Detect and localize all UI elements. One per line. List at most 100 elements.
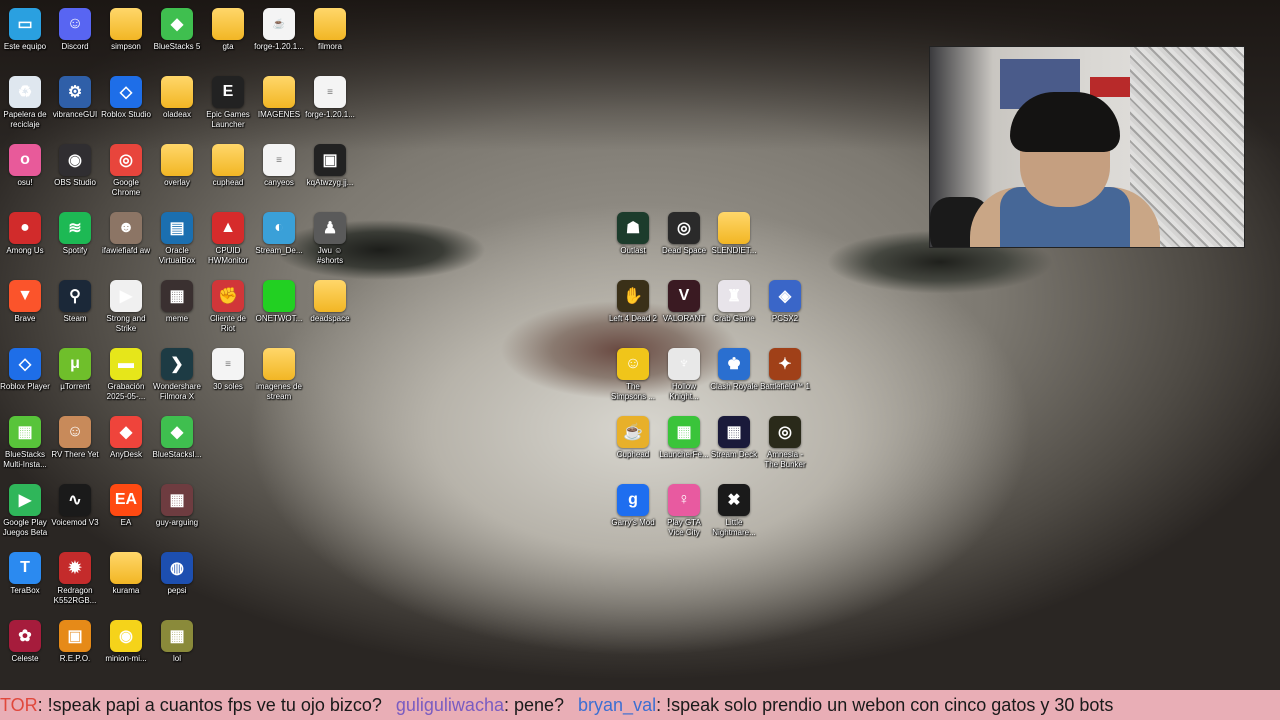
desktop-icon-label: Clash Royale [710, 382, 758, 391]
desktop-icon[interactable]: ◆ AnyDesk [101, 412, 151, 460]
desktop-icon-label: Epic Games Launcher [206, 110, 250, 129]
document-icon: ≡ [212, 348, 244, 380]
desktop-icon[interactable]: V VALORANT [659, 276, 709, 324]
desktop-icon-label: kqAtwzyg.jj... [306, 178, 354, 187]
desktop-icon[interactable]: ▦ guy-arguing [152, 480, 202, 528]
desktop-icon[interactable]: E Epic Games Launcher [203, 72, 253, 130]
desktop-icon[interactable]: ▲ CPUID HWMonitor [203, 208, 253, 266]
desktop-icon[interactable]: ≡ forge-1.20.1... [305, 72, 355, 120]
desktop-icon-label: Stream_De... [255, 246, 303, 255]
desktop-icon[interactable]: ⚲ Steam [50, 276, 100, 324]
desktop-icon[interactable]: imagenes de stream [254, 344, 304, 402]
chat-message: bryan_val: !speak solo prendio un webon … [578, 695, 1113, 716]
battlefield-icon: ✦ [769, 348, 801, 380]
desktop-icon[interactable]: deadspace [305, 276, 355, 324]
desktop-icon[interactable]: oladeax [152, 72, 202, 120]
desktop-icon[interactable]: ∿ Voicemod V3 [50, 480, 100, 528]
left4dead-icon: ✋ [617, 280, 649, 312]
desktop-icon[interactable]: ♀ Play GTA Vice City [659, 480, 709, 538]
desktop-icon-label: filmora [317, 42, 342, 51]
desktop-icon[interactable]: cuphead [203, 140, 253, 188]
chat-username: bryan_val [578, 694, 657, 715]
desktop-icon-label: EA [120, 518, 132, 527]
desktop-icon[interactable]: ONETWOT... [254, 276, 304, 324]
desktop-icon[interactable]: ▬ Grabación 2025-05-... [101, 344, 151, 402]
desktop-icon[interactable]: simpson [101, 4, 151, 52]
desktop-icon[interactable]: EA EA [101, 480, 151, 528]
video-file-icon: ▦ [161, 484, 193, 516]
desktop-icon[interactable]: ● Among Us [0, 208, 50, 256]
desktop-icon[interactable]: ♚ Clash Royale [709, 344, 759, 392]
desktop-icon[interactable]: ☻ ifawiefiafd aw [101, 208, 151, 256]
desktop-icon[interactable]: filmora [305, 4, 355, 52]
desktop-icon[interactable]: ▦ meme [152, 276, 202, 324]
desktop-icon[interactable]: ▣ R.E.P.O. [50, 616, 100, 664]
desktop-icon[interactable]: ☺ Discord [50, 4, 100, 52]
desktop-icon[interactable]: ▦ Stream Deck [709, 412, 759, 460]
desktop-icon[interactable]: ≡ 30 soles [203, 344, 253, 392]
desktop-icon[interactable]: ☺ The Simpsons ... [608, 344, 658, 402]
desktop-icon[interactable]: ✦ Battlefield™ 1 [760, 344, 810, 392]
desktop-icon[interactable]: ◆ BlueStacksI... [152, 412, 202, 460]
desktop-icon[interactable]: overlay [152, 140, 202, 188]
desktop-icon[interactable]: ◇ Roblox Studio [101, 72, 151, 120]
desktop-icon[interactable]: ♜ Crab Game [709, 276, 759, 324]
desktop-icon[interactable]: g Garry's Mod [608, 480, 658, 528]
desktop-icon[interactable]: ◐ Stream_De... [254, 208, 304, 256]
desktop-icon[interactable]: gta [203, 4, 253, 52]
desktop-icon[interactable]: ▭ Este equipo [0, 4, 50, 52]
desktop-icon-label: forge-1.20.1... [305, 110, 355, 119]
folder-icon [161, 144, 193, 176]
desktop-icon-label: Roblox Studio [101, 110, 151, 119]
desktop-icon[interactable]: ◍ pepsi [152, 548, 202, 596]
desktop-icon[interactable]: ✹ Redragon K552RGB... [50, 548, 100, 606]
desktop-icon[interactable]: ▶ Google Play Juegos Beta [0, 480, 50, 538]
desktop-icon[interactable]: ◆ BlueStacks 5 [152, 4, 202, 52]
desktop-icon[interactable]: ♟ Jwu ☺ #shorts [305, 208, 355, 266]
desktop-icon[interactable]: ◎ Dead Space [659, 208, 709, 256]
desktop-icon[interactable]: ◉ minion-mi... [101, 616, 151, 664]
desktop-icon[interactable]: ◈ PCSX2 [760, 276, 810, 324]
desktop-icon-label: lol [172, 654, 181, 663]
desktop-icon[interactable]: ✊ Cliente de Riot [203, 276, 253, 334]
desktop-icon[interactable]: ◇ Roblox Player [0, 344, 50, 392]
desktop-icon-label: Stream Deck [710, 450, 758, 459]
desktop-icon[interactable]: ▼ Brave [0, 276, 50, 324]
desktop-icon-label: minion-mi... [105, 654, 147, 663]
desktop-icon[interactable]: kurama [101, 548, 151, 596]
desktop-icon[interactable]: ≡ canyeos [254, 140, 304, 188]
desktop-icon[interactable]: IMAGENES [254, 72, 304, 120]
desktop-icon[interactable]: ≋ Spotify [50, 208, 100, 256]
desktop-icon[interactable]: ♻ Papelera de reciclaje [0, 72, 50, 130]
desktop-icon[interactable]: ✋ Left 4 Dead 2 [608, 276, 658, 324]
desktop-icon[interactable]: ▶ Strong and Strike [101, 276, 151, 334]
desktop-icon[interactable]: ◎ Google Chrome [101, 140, 151, 198]
desktop-icon[interactable]: ☕ forge-1.20.1... [254, 4, 304, 52]
desktop-icon[interactable]: ▣ kqAtwzyg.jj... [305, 140, 355, 188]
desktop-icon[interactable]: ◎ Amnesia - The Bunker [760, 412, 810, 470]
obs-icon: ◉ [59, 144, 91, 176]
desktop-icon-label: pepsi [167, 586, 187, 595]
desktop-icon[interactable]: ⚙ vibranceGUI [50, 72, 100, 120]
desktop-icon[interactable]: ☺ RV There Yet [50, 412, 100, 460]
desktop-icon[interactable]: ☕ Cuphead [608, 412, 658, 460]
desktop-icon-label: µTorrent [60, 382, 90, 391]
desktop-icon[interactable]: o osu! [0, 140, 50, 188]
desktop-icon[interactable]: μ µTorrent [50, 344, 100, 392]
desktop-icon-label: Garry's Mod [611, 518, 655, 527]
desktop-icon[interactable]: ✿ Celeste [0, 616, 50, 664]
desktop-icon[interactable]: ▦ lol [152, 616, 202, 664]
desktop-icon-label: Google Chrome [111, 178, 141, 197]
desktop-icon[interactable]: ♆ Hollow Knight... [659, 344, 709, 402]
desktop-icon[interactable]: ☗ Outlast [608, 208, 658, 256]
desktop-icon[interactable]: T TeraBox [0, 548, 50, 596]
document-icon: ≡ [263, 144, 295, 176]
desktop-icon[interactable]: ✖ Little Nightmare... [709, 480, 759, 538]
desktop-icon[interactable]: ▦ BlueStacks Multi-Insta... [0, 412, 50, 470]
desktop-icon[interactable]: ❯ Wondershare Filmora X [152, 344, 202, 402]
desktop-icon[interactable]: ◉ OBS Studio [50, 140, 100, 188]
steam-icon: ⚲ [59, 280, 91, 312]
desktop-icon[interactable]: SLENDIET... [709, 208, 759, 256]
desktop-icon[interactable]: ▤ Oracle VirtualBox [152, 208, 202, 266]
desktop-icon[interactable]: ▦ LauncherFe... [659, 412, 709, 460]
